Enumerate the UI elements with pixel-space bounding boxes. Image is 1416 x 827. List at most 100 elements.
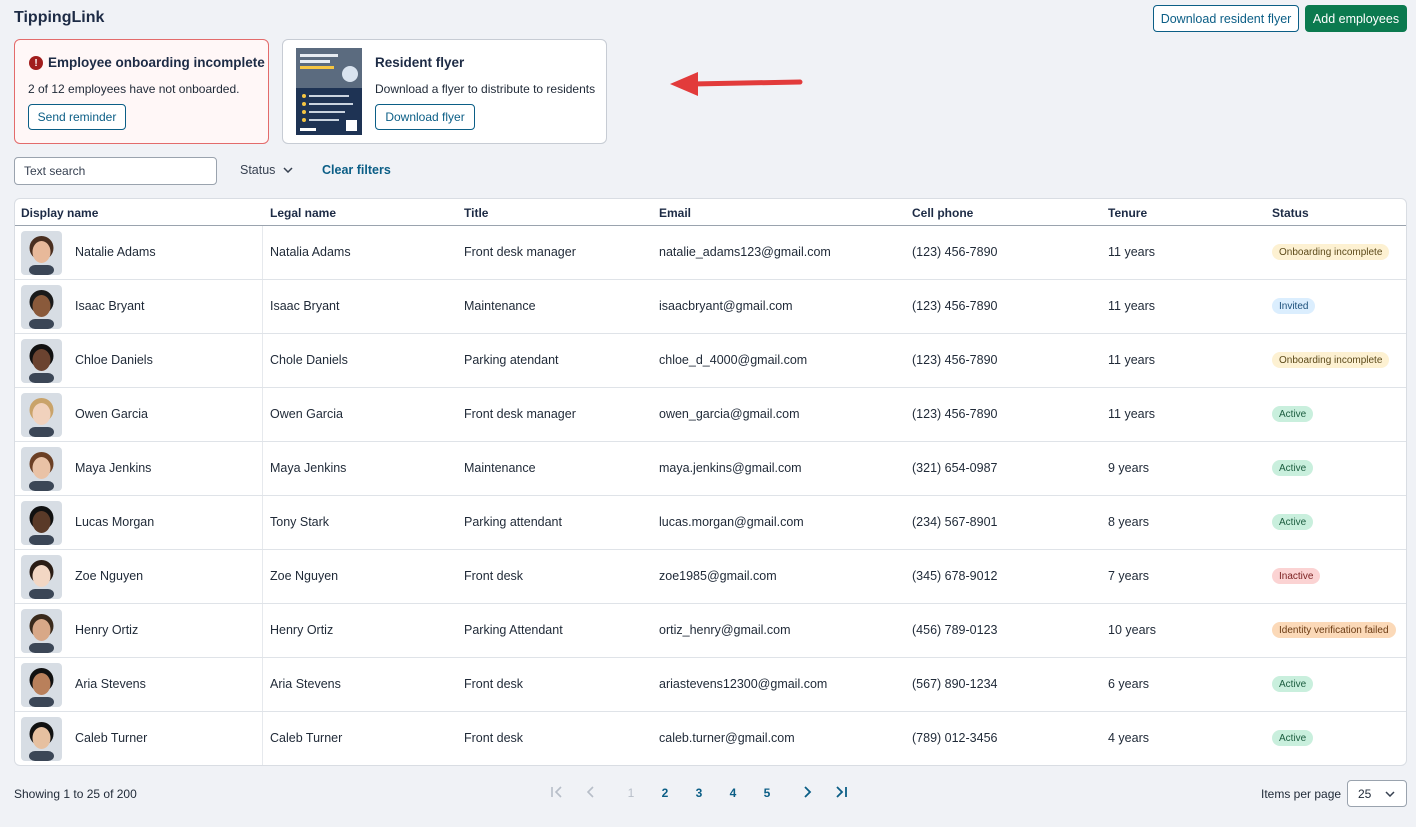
status-filter-label: Status [240,163,276,177]
column-divider [262,658,263,711]
cell-display-name: Henry Ortiz [75,623,139,637]
column-divider [262,226,263,279]
cell-title: Maintenance [464,299,536,313]
alert-icon: ! [29,56,43,70]
status-badge: Active [1272,676,1314,692]
previous-page-icon[interactable] [582,786,600,801]
column-divider [262,388,263,441]
cell-display-name: Zoe Nguyen [75,569,144,583]
cell-legal-name: Caleb Turner [270,731,343,745]
cell-title: Front desk [464,677,524,691]
chevron-down-icon [1385,790,1395,797]
search-input[interactable] [14,157,217,185]
cell-email: zoe1985@gmail.com [659,569,777,583]
avatar [21,339,62,383]
avatar [21,555,62,599]
cell-display-name: Chloe Daniels [75,353,153,367]
cell-tenure: 11 years [1108,245,1156,259]
cell-email: ariastevens12300@gmail.com [659,677,828,691]
download-resident-flyer-button[interactable]: Download resident flyer [1153,5,1299,32]
avatar [21,285,62,329]
cell-title: Parking atendant [464,353,559,367]
flyer-message: Download a flyer to distribute to reside… [375,82,596,96]
table-row[interactable]: Zoe Nguyen Zoe Nguyen Front desk zoe1985@gm… [15,550,1406,604]
cell-phone: (123) 456-7890 [912,245,998,259]
column-header-email[interactable]: Email [659,206,691,220]
cell-tenure: 10 years [1108,623,1156,637]
cell-phone: (321) 654-0987 [912,461,998,475]
send-reminder-button[interactable]: Send reminder [28,104,126,130]
avatar [21,231,62,275]
showing-count: Showing 1 to 25 of 200 [14,787,137,801]
page-3[interactable]: 3 [690,786,708,800]
cell-title: Parking Attendant [464,623,563,637]
avatar [21,393,62,437]
alert-message: 2 of 12 employees have not onboarded. [28,82,240,96]
resident-flyer-card: Resident flyer Download a flyer to distr… [282,39,607,144]
status-filter-dropdown[interactable]: Status [240,163,293,177]
cell-email: ortiz_henry@gmail.com [659,623,791,637]
cell-legal-name: Zoe Nguyen [270,569,339,583]
clear-filters-link[interactable]: Clear filters [322,163,391,177]
avatar [21,609,62,653]
next-page-icon[interactable] [798,786,816,801]
table-row[interactable]: Lucas Morgan Tony Stark Parking attendant l… [15,496,1406,550]
cell-email: caleb.turner@gmail.com [659,731,795,745]
cell-display-name: Lucas Morgan [75,515,155,529]
avatar [21,447,62,491]
cell-display-name: Maya Jenkins [75,461,152,475]
add-employees-button[interactable]: Add employees [1305,5,1407,32]
cell-tenure: 6 years [1108,677,1149,691]
table-row[interactable]: Isaac Bryant Isaac Bryant Maintenance isaac… [15,280,1406,334]
column-header-status[interactable]: Status [1272,206,1309,220]
status-badge: Invited [1272,298,1316,314]
items-per-page-select[interactable]: 25 [1347,780,1407,807]
page-1[interactable]: 1 [622,786,640,800]
items-per-page-value: 25 [1358,786,1372,801]
table-row[interactable]: Caleb Turner Caleb Turner Front desk caleb.… [15,712,1406,765]
cell-email: isaacbryant@gmail.com [659,299,793,313]
column-header-cell-phone[interactable]: Cell phone [912,206,973,220]
cell-email: maya.jenkins@gmail.com [659,461,802,475]
table-row[interactable]: Maya Jenkins Maya Jenkins Maintenance maya.… [15,442,1406,496]
cell-legal-name: Aria Stevens [270,677,341,691]
cell-email: owen_garcia@gmail.com [659,407,800,421]
onboarding-alert-card: ! Employee onboarding incomplete 2 of 12… [14,39,269,144]
cell-tenure: 8 years [1108,515,1149,529]
table-row[interactable]: Henry Ortiz Henry Ortiz Parking Attendant o… [15,604,1406,658]
table-row[interactable]: Owen Garcia Owen Garcia Front desk manager… [15,388,1406,442]
column-divider [262,550,263,603]
cell-tenure: 4 years [1108,731,1149,745]
page-4[interactable]: 4 [724,786,742,800]
table-row[interactable]: Chloe Daniels Chole Daniels Parking atenda… [15,334,1406,388]
cell-title: Maintenance [464,461,536,475]
column-header-display-name[interactable]: Display name [21,206,98,220]
table-row[interactable]: Natalie Adams Natalia Adams Front desk man… [15,226,1406,280]
last-page-icon[interactable] [832,786,850,801]
download-flyer-button[interactable]: Download flyer [375,104,475,130]
cell-display-name: Isaac Bryant [75,299,145,313]
app-title: TippingLink [14,9,105,26]
page-2[interactable]: 2 [656,786,674,800]
cell-legal-name: Chole Daniels [270,353,348,367]
status-badge: Onboarding incomplete [1272,244,1390,260]
column-header-tenure[interactable]: Tenure [1108,206,1147,220]
first-page-icon[interactable] [548,786,566,801]
column-header-legal-name[interactable]: Legal name [270,206,336,220]
table-header: Display name Legal name Title Email Cell… [15,199,1406,226]
status-badge: Active [1272,730,1314,746]
status-badge: Active [1272,460,1314,476]
table-row[interactable]: Aria Stevens Aria Stevens Front desk ariast… [15,658,1406,712]
column-divider [262,604,263,657]
cell-tenure: 7 years [1108,569,1149,583]
employees-table: Display name Legal name Title Email Cell… [14,198,1407,766]
annotation-arrow-icon [670,72,803,96]
cell-display-name: Natalie Adams [75,245,156,259]
cell-phone: (123) 456-7890 [912,407,998,421]
cell-email: lucas.morgan@gmail.com [659,515,804,529]
column-header-title[interactable]: Title [464,206,488,220]
status-badge: Active [1272,514,1314,530]
page-5[interactable]: 5 [758,786,776,800]
alert-title: Employee onboarding incomplete [48,55,265,70]
cell-title: Front desk manager [464,245,576,259]
